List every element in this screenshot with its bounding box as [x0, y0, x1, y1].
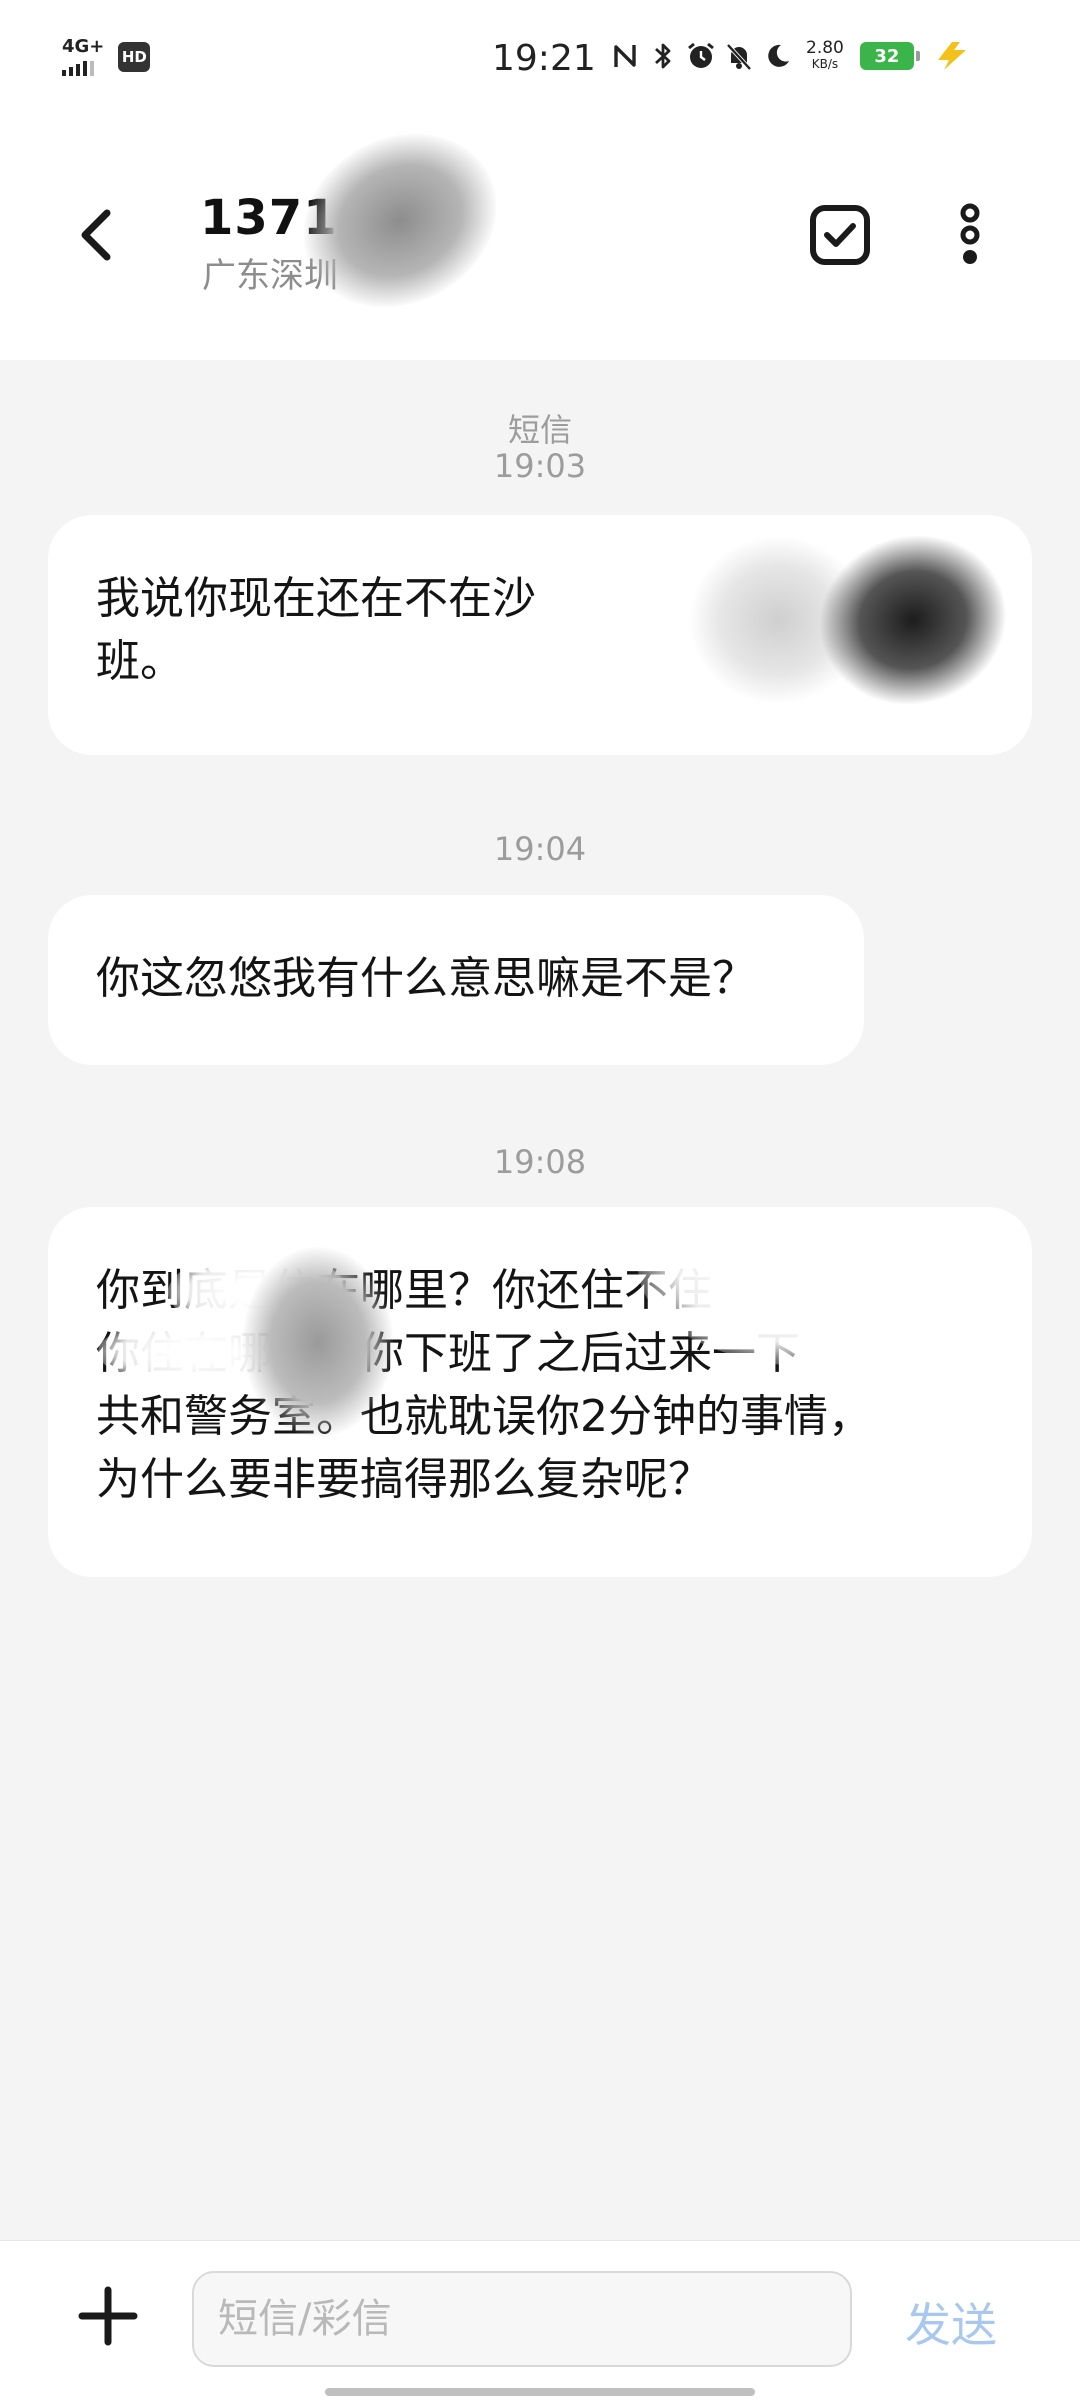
status-bar: 4G+ HD 19:21 2.80 KB/s 32	[0, 0, 1080, 120]
message-text: 你到底是住在哪里？你还住不住 你住在哪里，你下班了之后过来一下 共和警务室。也就…	[96, 1265, 872, 1505]
network-speed: 2.80 KB/s	[806, 40, 844, 72]
chevron-left-icon	[81, 209, 111, 261]
mute-bell-icon	[724, 40, 754, 72]
message-bubble[interactable]: 你到底是住在哪里？你还住不住 你住在哪里，你下班了之后过来一下 共和警务室。也就…	[48, 1207, 1032, 1577]
message-timestamp: 19:04	[493, 830, 587, 868]
add-attachment-button[interactable]	[68, 2276, 148, 2356]
charging-bolt-icon	[932, 40, 972, 72]
network-speed-value: 2.80	[806, 38, 844, 58]
messaging-screen: 4G+ HD 19:21 2.80 KB/s 32 1371 广东深圳 短信 1…	[0, 0, 1080, 2400]
network-speed-unit: KB/s	[811, 57, 839, 71]
hd-badge: HD	[118, 42, 151, 72]
network-indicators: 4G+ HD	[62, 38, 151, 76]
message-text: 我说你现在还在不在沙 班。	[96, 573, 536, 687]
home-indicator[interactable]	[325, 2388, 755, 2396]
status-time: 19:21	[492, 38, 596, 79]
message-bubble[interactable]: 我说你现在还在不在沙 班。	[48, 515, 1032, 755]
conversation-type-label: 短信	[507, 411, 572, 449]
cellular-signal: 4G+	[62, 38, 104, 76]
more-vertical-icon	[960, 203, 980, 264]
battery-indicator: 32	[859, 42, 920, 70]
checkbox-icon	[810, 205, 870, 265]
signal-bars-icon	[62, 58, 104, 76]
redaction-scribble	[272, 100, 528, 341]
select-messages-button[interactable]	[800, 195, 880, 275]
message-input[interactable]	[192, 2271, 852, 2367]
send-button[interactable]: 发送	[905, 2289, 997, 2355]
conversation-header: 1371 广东深圳	[0, 100, 1080, 360]
message-timestamp: 19:08	[493, 1143, 587, 1181]
network-type-label: 4G+	[62, 36, 105, 57]
moon-icon	[762, 40, 792, 72]
bluetooth-icon	[648, 40, 678, 72]
alarm-icon	[686, 40, 716, 72]
back-button[interactable]	[60, 190, 130, 280]
message-bubble[interactable]: 你这忽悠我有什么意思嘛是不是？	[48, 895, 864, 1065]
nfc-icon	[610, 40, 640, 72]
more-options-button[interactable]	[935, 190, 1005, 280]
compose-bar: 发送	[0, 2240, 1080, 2400]
plus-icon	[78, 2286, 138, 2346]
status-icons: 2.80 KB/s 32	[610, 40, 972, 72]
message-text: 你这忽悠我有什么意思嘛是不是？	[96, 953, 756, 1004]
message-timestamp: 19:03	[493, 447, 587, 485]
